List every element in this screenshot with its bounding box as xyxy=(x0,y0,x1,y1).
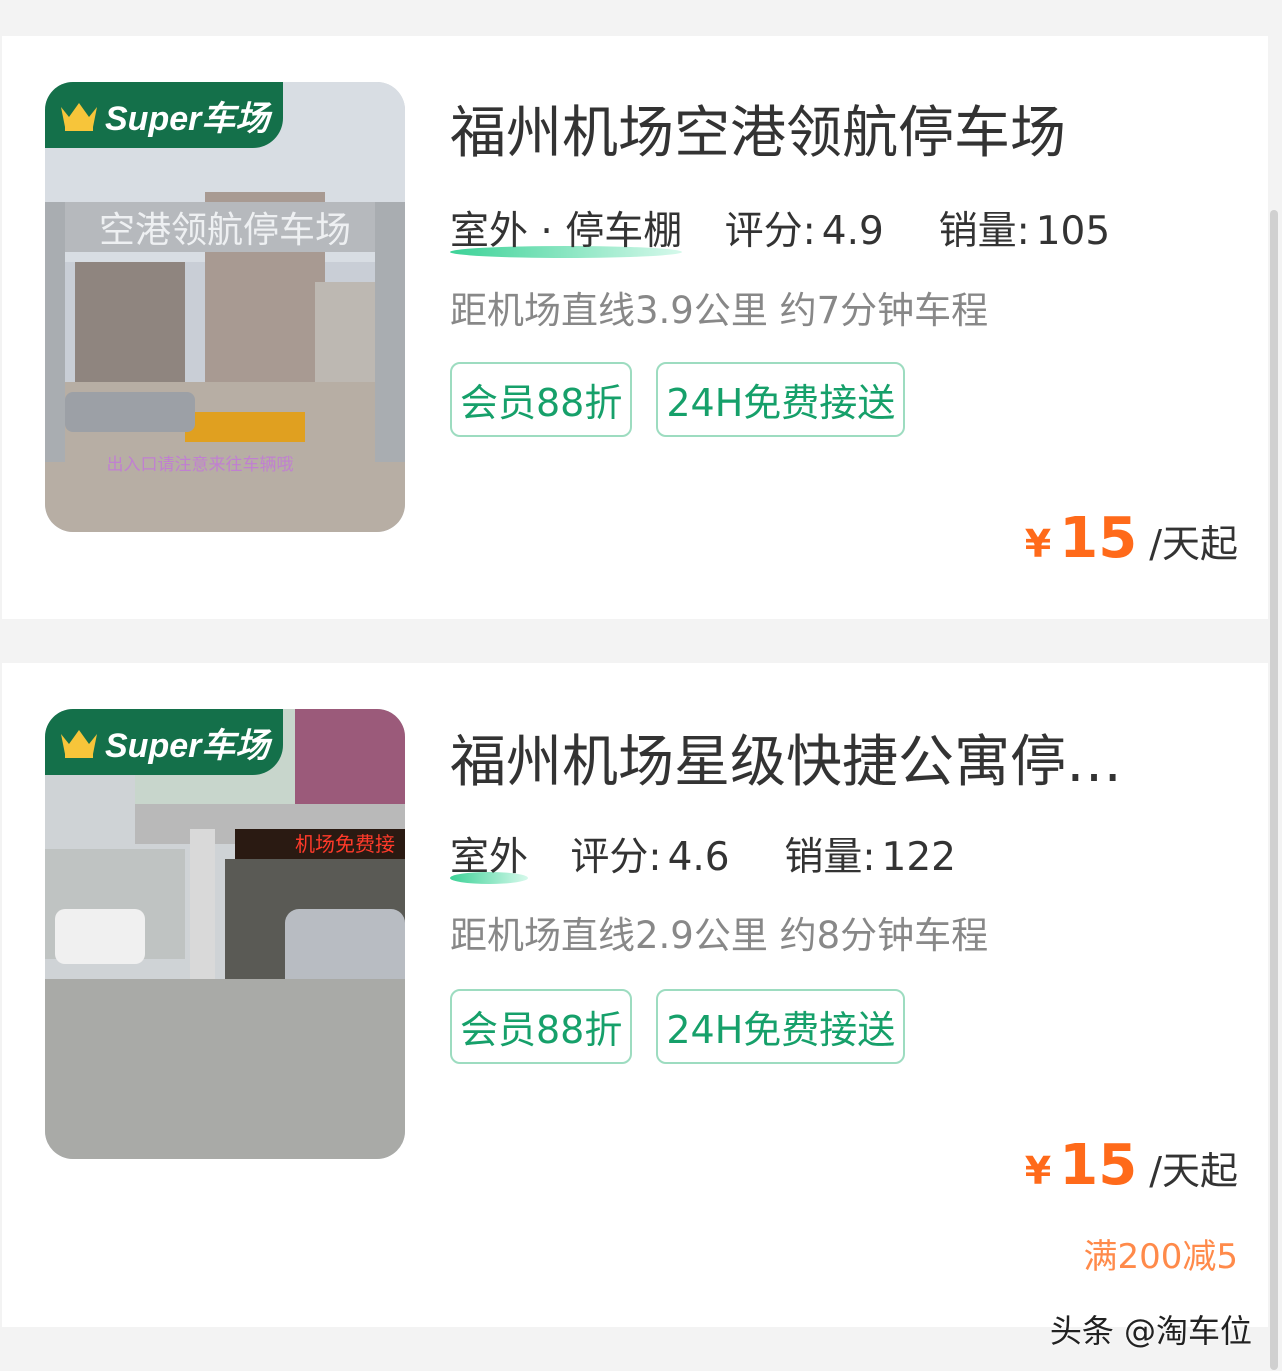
distance-info: 距机场直线3.9公里 约7分钟车程 xyxy=(450,289,989,332)
lot-type: 室外 xyxy=(450,826,529,884)
lot-title[interactable]: 福州机场星级快捷公寓停… xyxy=(450,717,1122,798)
lot-title[interactable]: 福州机场空港领航停车场 xyxy=(450,88,1066,169)
promo-text: 满200减5 xyxy=(1083,1237,1238,1277)
rating-label: 评分: xyxy=(724,209,816,254)
super-lot-badge: Super车场 xyxy=(45,709,283,775)
parking-lot-card[interactable]: 机场免费接 Super车场 福州机场星级快捷公寓停… 室外 评分: 4.6 销量:… xyxy=(2,663,1268,1327)
free-shuttle-tag: 24H免费接送 xyxy=(656,362,906,437)
rating-value: 4.6 xyxy=(667,835,730,880)
parking-photo-image: 空港领航停车场 出入口请注意来往车辆哦 xyxy=(45,82,405,532)
sales-value: 122 xyxy=(881,835,956,880)
currency-symbol: ¥ xyxy=(1024,522,1052,566)
crown-icon xyxy=(61,103,97,131)
parking-lot-photo[interactable]: 机场免费接 Super车场 xyxy=(45,709,405,1159)
super-lot-badge: Super车场 xyxy=(45,82,283,148)
free-shuttle-tag: 24H免费接送 xyxy=(656,989,906,1064)
distance-info: 距机场直线2.9公里 约8分钟车程 xyxy=(450,914,989,957)
photo-sign-text: 空港领航停车场 xyxy=(99,210,351,251)
lot-meta-row: 室外 · 停车棚 评分: 4.9 销量: 105 xyxy=(450,200,1111,258)
feature-tags: 会员88折 24H免费接送 xyxy=(450,989,906,1064)
photo-caption-text: 出入口请注意来往车辆哦 xyxy=(107,455,294,475)
price-unit: /天起 xyxy=(1149,522,1238,566)
parking-photo-image: 机场免费接 xyxy=(45,709,405,1159)
price-value: 15 xyxy=(1059,1133,1138,1198)
sales-value: 105 xyxy=(1035,209,1111,254)
lot-type: 室外 · 停车棚 xyxy=(450,200,683,258)
sales-label: 销量: xyxy=(938,209,1030,254)
price-unit: /天起 xyxy=(1149,1149,1238,1193)
rating-label: 评分: xyxy=(570,835,662,880)
member-discount-tag: 会员88折 xyxy=(450,989,633,1064)
member-discount-tag: 会员88折 xyxy=(450,362,633,437)
scrollbar[interactable] xyxy=(1270,210,1278,1370)
sales-label: 销量: xyxy=(784,835,876,880)
parking-lot-card[interactable]: 空港领航停车场 出入口请注意来往车辆哦 Super车场 福州机场空港领航停车场 … xyxy=(2,36,1268,619)
rating-value: 4.9 xyxy=(821,209,884,254)
badge-label: Super车场 xyxy=(105,99,270,138)
price-block: ¥ 15 /天起 xyxy=(1025,1133,1238,1198)
price-value: 15 xyxy=(1059,506,1138,571)
currency-symbol: ¥ xyxy=(1024,1149,1052,1193)
price-block: ¥ 15 /天起 xyxy=(1025,506,1238,571)
crown-icon xyxy=(61,730,97,758)
parking-lot-photo[interactable]: 空港领航停车场 出入口请注意来往车辆哦 Super车场 xyxy=(45,82,405,532)
watermark-text: 头条 @淘车位 xyxy=(1049,1312,1252,1350)
badge-label: Super车场 xyxy=(105,726,270,765)
feature-tags: 会员88折 24H免费接送 xyxy=(450,362,906,437)
lot-meta-row: 室外 评分: 4.6 销量: 122 xyxy=(450,826,956,884)
photo-sign-text: 机场免费接 xyxy=(295,832,395,856)
